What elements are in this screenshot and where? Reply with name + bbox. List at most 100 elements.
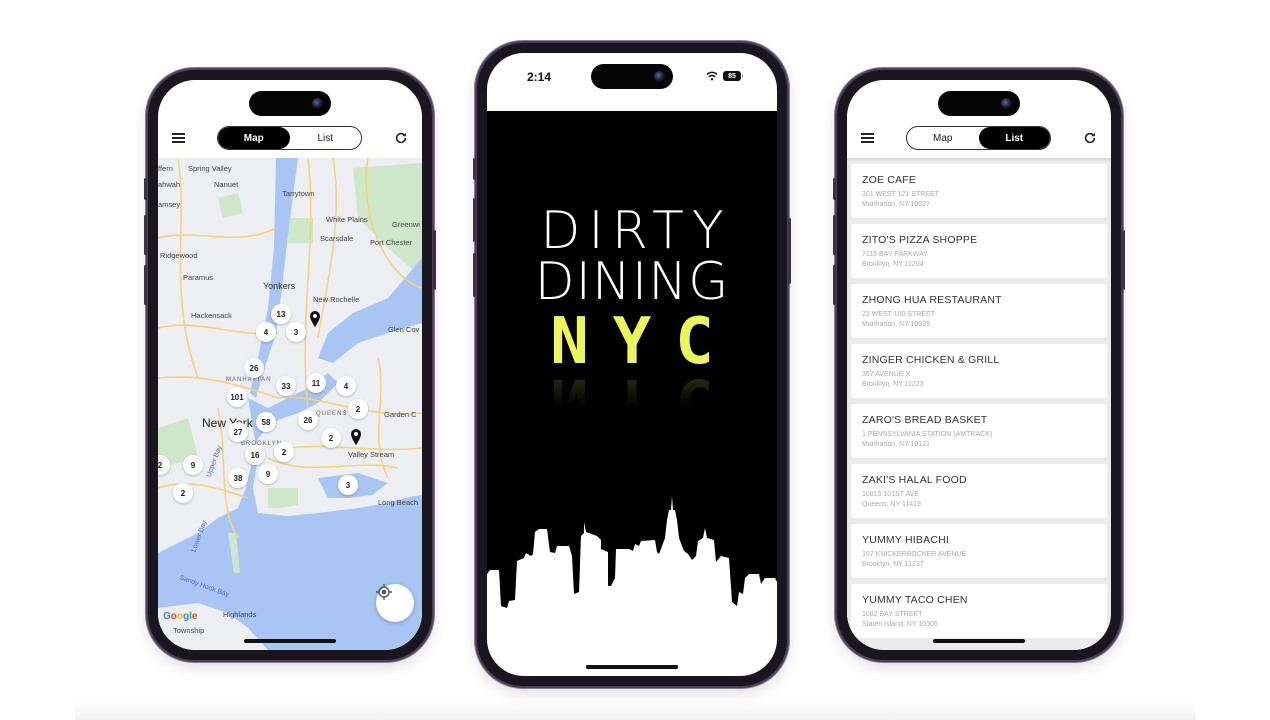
- phone-power-button: [433, 230, 436, 290]
- list-item[interactable]: ZINGER CHICKEN & GRILL 367 AVENUE X Broo…: [851, 344, 1107, 398]
- tab-list[interactable]: List: [978, 127, 1050, 149]
- map-cluster[interactable]: 3: [338, 475, 358, 495]
- home-indicator[interactable]: [244, 639, 336, 643]
- list-item[interactable]: ZOE CAFE 301 WEST 121 STREET Manhattan, …: [851, 164, 1107, 218]
- map-cluster[interactable]: 26: [298, 410, 318, 430]
- dynamic-island: [938, 91, 1020, 116]
- map-cluster[interactable]: 101: [227, 387, 247, 407]
- map-cluster[interactable]: 38: [228, 468, 248, 488]
- map-cluster[interactable]: 3: [286, 322, 306, 342]
- phone-power-button: [788, 218, 791, 284]
- tab-map[interactable]: Map: [218, 127, 290, 149]
- phone-volume-up: [833, 215, 836, 255]
- restaurant-city: Staten Island, NY 10305: [862, 620, 938, 628]
- restaurant-street: 367 AVENUE X: [862, 371, 911, 378]
- phone-side-button: [833, 178, 836, 200]
- list-item[interactable]: YUMMY HIBACHI 197 KNICKERBOCKER AVENUE B…: [851, 524, 1107, 578]
- restaurant-name: ZARO'S BREAD BASKET: [862, 414, 988, 426]
- restaurant-city: Brooklyn, NY 11237: [862, 560, 924, 568]
- list-item[interactable]: ZITO'S PIZZA SHOPPE 7116 BAY PARKWAY Bro…: [851, 224, 1107, 278]
- refresh-icon[interactable]: [1083, 131, 1097, 145]
- refresh-icon[interactable]: [394, 131, 408, 145]
- view-toggle: Map List: [906, 126, 1051, 150]
- restaurant-city: Brooklyn, NY 11204: [862, 260, 924, 268]
- list-item[interactable]: YUMMY TACO CHEN 1082 BAY STREET Staten I…: [851, 584, 1107, 638]
- screen: 2:14 85 DIRTY DINING NYC NYC: [487, 53, 777, 676]
- battery-icon: 85: [723, 71, 743, 81]
- status-icons: 85: [706, 71, 743, 81]
- dynamic-island: [591, 64, 673, 89]
- map-cluster[interactable]: 13: [271, 304, 291, 324]
- camera-icon: [654, 71, 665, 82]
- map-cluster[interactable]: 33: [276, 376, 296, 396]
- map-label-highlands: Highlands: [223, 610, 257, 619]
- dynamic-island: [249, 91, 331, 116]
- map-cluster[interactable]: 11: [306, 373, 326, 393]
- map-cluster[interactable]: 9: [183, 455, 203, 475]
- map-label-manhattan: MANHATTAN: [226, 377, 272, 383]
- home-indicator[interactable]: [586, 665, 678, 669]
- map-label-mahwah: ahwah: [158, 180, 181, 189]
- floor-shadow: [75, 700, 1195, 720]
- restaurant-name: YUMMY TACO CHEN: [862, 594, 968, 606]
- map-label-ramsey: amsey: [158, 200, 181, 209]
- phone-side-button: [144, 178, 147, 200]
- phone-splash-view: 2:14 85 DIRTY DINING NYC NYC: [473, 43, 791, 686]
- map-label-nanuet: Nanuet: [214, 180, 239, 189]
- restaurant-street: 301 WEST 121 STREET: [862, 191, 939, 198]
- map-label-white-plains: White Plains: [326, 215, 368, 224]
- restaurant-name: ZITO'S PIZZA SHOPPE: [862, 234, 978, 246]
- restaurant-name: ZHONG HUA RESTAURANT: [862, 294, 1002, 306]
- list-item[interactable]: ZHONG HUA RESTAURANT 23 WEST 100 STREET …: [851, 284, 1107, 338]
- restaurant-list[interactable]: ZOE CAFE 301 WEST 121 STREET Manhattan, …: [847, 158, 1111, 650]
- restaurant-city: Queens, NY 11419: [862, 500, 921, 508]
- status-time: 2:14: [527, 70, 552, 84]
- menu-icon[interactable]: [172, 133, 185, 143]
- map-base: [158, 158, 422, 650]
- google-logo: Google: [163, 611, 198, 622]
- screen: Map List Spring Valley ffern ahwah Nanue…: [158, 80, 422, 650]
- logo-dining: DINING: [534, 252, 730, 312]
- restaurant-name: YUMMY HIBACHI: [862, 534, 949, 546]
- map-cluster[interactable]: 2: [321, 428, 341, 448]
- map-cluster[interactable]: 9: [258, 464, 278, 484]
- map-label-hackensack: Hackensack: [191, 311, 232, 320]
- map-pin-icon[interactable]: [309, 311, 321, 327]
- map-cluster[interactable]: 58: [256, 412, 276, 432]
- map-pin-icon[interactable]: [350, 429, 362, 445]
- map-label-valley-stream: Valley Stream: [348, 450, 395, 459]
- map-cluster[interactable]: 4: [256, 322, 276, 342]
- map-view[interactable]: Spring Valley ffern ahwah Nanuet amsey T…: [158, 158, 422, 650]
- phone-volume-up: [144, 215, 147, 255]
- my-location-button[interactable]: [376, 584, 414, 622]
- camera-icon: [1001, 98, 1012, 109]
- map-label-yonkers: Yonkers: [263, 281, 296, 291]
- map-cluster[interactable]: 2: [173, 483, 193, 503]
- restaurant-name: ZOE CAFE: [862, 174, 917, 186]
- map-label-garden-city: Garden C: [384, 410, 417, 419]
- map-cluster[interactable]: 27: [228, 422, 248, 442]
- list-item[interactable]: ZARO'S BREAD BASKET 1 PENNSYLVANIA STATI…: [851, 404, 1107, 458]
- map-label-paramus: Paramus: [183, 273, 214, 282]
- menu-icon[interactable]: [861, 133, 874, 143]
- restaurant-street: 10815 101ST AVE: [862, 491, 919, 498]
- logo-dirty: DIRTY: [540, 201, 732, 261]
- map-cluster[interactable]: 16: [245, 445, 265, 465]
- restaurant-street: 23 WEST 100 STREET: [862, 311, 936, 318]
- map-label-glen-cove: Glen Cov: [388, 325, 420, 334]
- map-cluster[interactable]: 2: [348, 399, 368, 419]
- map-label-tarrytown: Tarrytown: [282, 189, 315, 198]
- home-indicator[interactable]: [933, 639, 1025, 643]
- list-item[interactable]: ZAKI'S HALAL FOOD 10815 101ST AVE Queens…: [851, 464, 1107, 518]
- map-cluster[interactable]: 2: [274, 442, 294, 462]
- restaurant-name: ZAKI'S HALAL FOOD: [862, 474, 967, 486]
- map-label-spring-valley: Spring Valley: [188, 164, 232, 173]
- map-label-port-chester: Port Chester: [370, 238, 413, 247]
- map-cluster[interactable]: 26: [244, 358, 264, 378]
- tab-list[interactable]: List: [290, 127, 362, 149]
- phone-volume-down: [833, 265, 836, 305]
- city-skyline: [487, 496, 777, 676]
- tab-map[interactable]: Map: [907, 127, 979, 149]
- splash-screen: 2:14 85 DIRTY DINING NYC NYC: [487, 53, 777, 676]
- map-cluster[interactable]: 4: [336, 376, 356, 396]
